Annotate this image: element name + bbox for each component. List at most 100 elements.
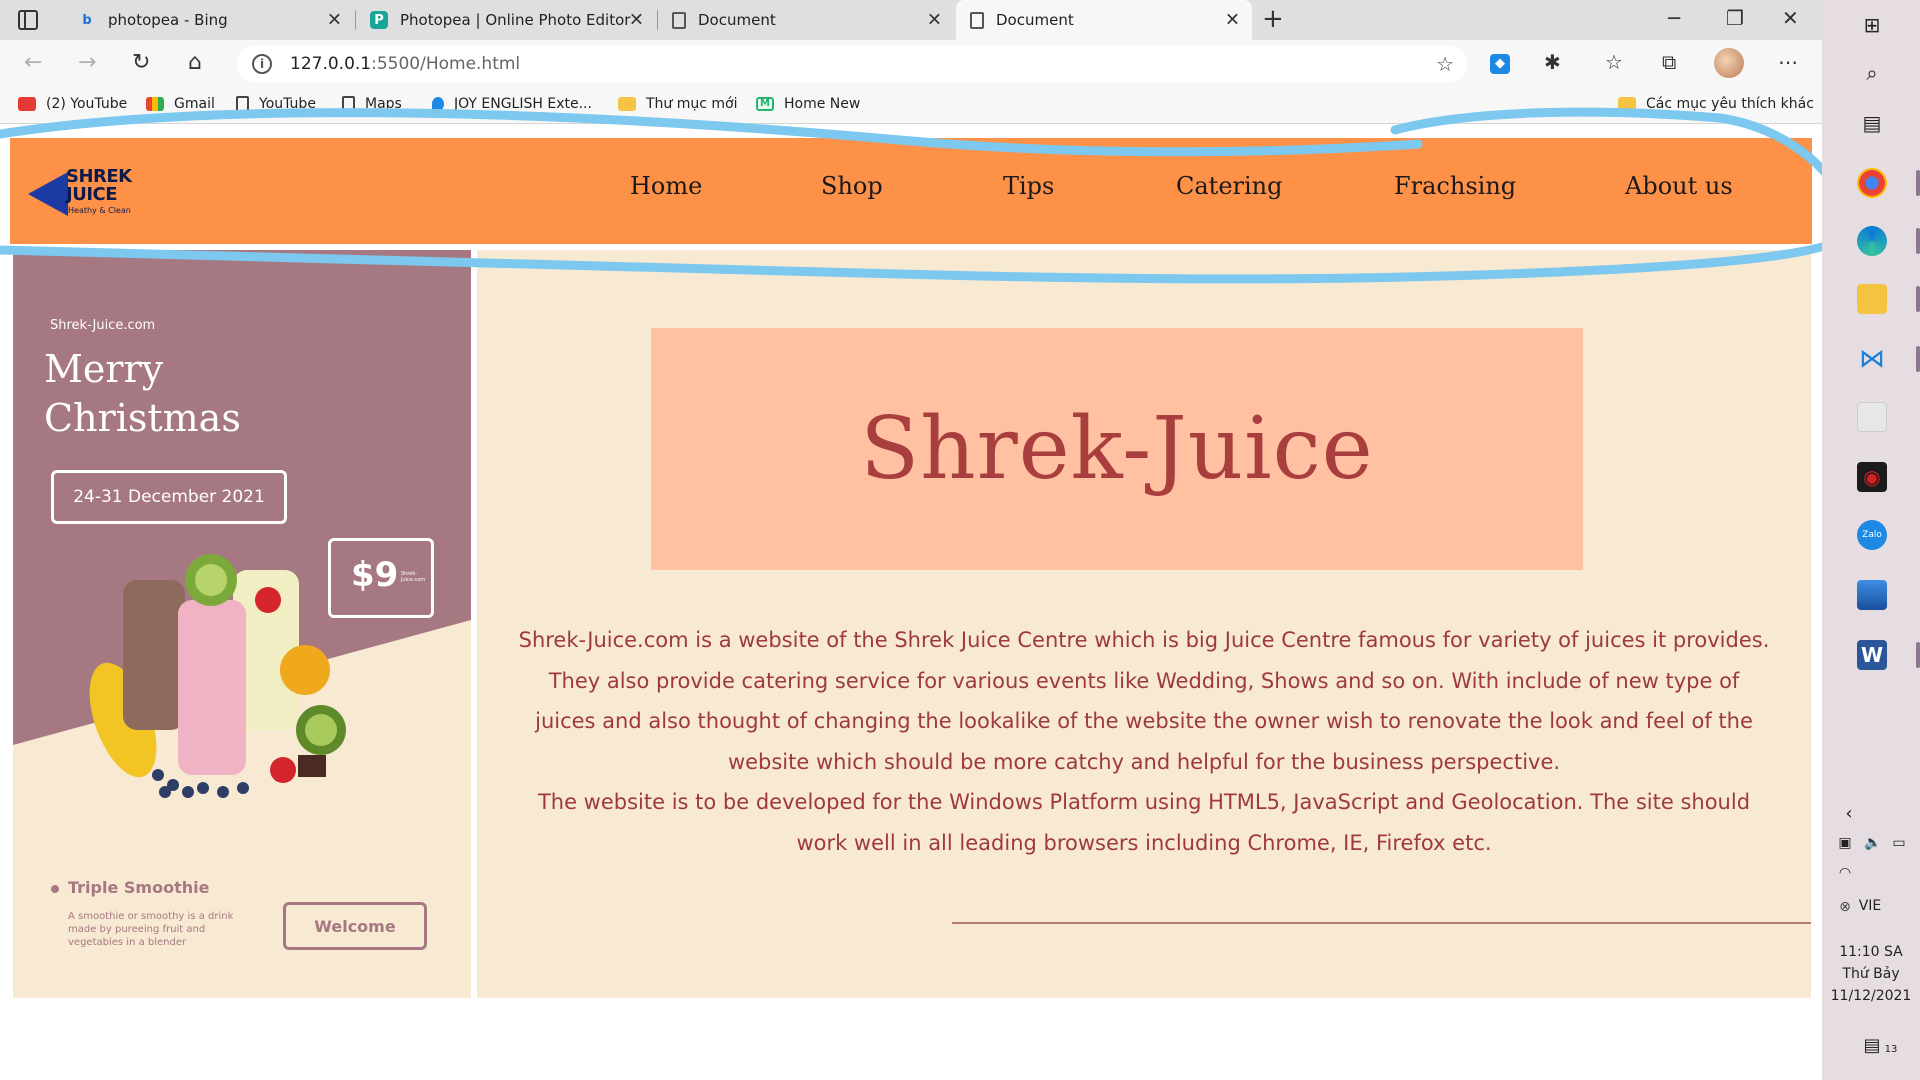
extensions-icon[interactable]: ✱ (1544, 50, 1561, 74)
back-icon[interactable]: ← (24, 50, 42, 75)
zalo-icon[interactable]: Zalo (1857, 520, 1887, 550)
bookmark-item[interactable]: YouTube (236, 96, 316, 112)
promo-date-badge: 24-31 December 2021 (51, 470, 287, 524)
tab-photopea[interactable]: P Photopea | Online Photo Editor ✕ (356, 4, 658, 36)
tab-document-active[interactable]: Document ✕ (956, 0, 1252, 40)
clock-day: Thứ Bảy (1842, 966, 1900, 982)
bookmark-item[interactable]: Gmail (146, 96, 215, 112)
notification-count: 13 (1884, 1044, 1898, 1055)
add-favorite-icon[interactable]: ☆ (1436, 52, 1454, 76)
bookmark-item[interactable]: JOY ENGLISH Exte... (432, 96, 592, 112)
url-input[interactable]: i 127.0.0.1:5500/Home.html ☆ (236, 46, 1468, 82)
site-logo[interactable]: SHREK JUICE Heathy & Clean (28, 168, 138, 218)
tab-bar: b photopea - Bing ✕ P Photopea | Online … (0, 0, 1822, 40)
garena-icon[interactable]: ◉ (1857, 462, 1887, 492)
document-icon (672, 11, 686, 29)
promo-site-label: Shrek-Juice.com (50, 318, 156, 333)
tab-bing[interactable]: b photopea - Bing ✕ (64, 4, 356, 36)
nav-shop[interactable]: Shop (821, 172, 883, 200)
document-icon (970, 11, 984, 29)
product-title: Triple Smoothie (68, 878, 210, 897)
site-description: Shrek-Juice.com is a website of the Shre… (517, 620, 1771, 863)
folder-icon (618, 97, 636, 111)
forward-icon[interactable]: → (78, 50, 96, 75)
site-header: SHREK JUICE Heathy & Clean Home Shop Tips… (10, 138, 1812, 244)
vscode-icon[interactable]: ⋈ (1857, 344, 1887, 374)
close-icon[interactable]: ✕ (927, 10, 942, 31)
app-icon[interactable] (1857, 402, 1887, 432)
home-icon[interactable]: ⌂ (188, 50, 202, 75)
tab-title: Document (996, 11, 1074, 29)
drop-icon (432, 97, 444, 111)
main-content: Shrek-Juice Shrek-Juice.com is a website… (477, 250, 1811, 998)
other-favorites-folder[interactable]: Các mục yêu thích khác (1618, 96, 1814, 112)
battery-icon[interactable]: ▭ (1884, 828, 1914, 858)
bookmark-item[interactable]: Maps (342, 96, 402, 112)
tab-title: Photopea | Online Photo Editor (400, 11, 631, 29)
photopea-icon: P (370, 11, 388, 29)
screen: b photopea - Bing ✕ P Photopea | Online … (0, 0, 1920, 1080)
page-icon (342, 96, 355, 112)
brand-banner: Shrek-Juice (651, 328, 1583, 570)
welcome-button[interactable]: Welcome (283, 902, 427, 950)
bookmark-folder[interactable]: Thư mục mới (618, 96, 738, 112)
file-explorer-icon[interactable] (1857, 284, 1887, 314)
clock-time[interactable]: 11:10 SA (1822, 944, 1920, 960)
tab-title: photopea - Bing (108, 11, 228, 29)
product-description: A smoothie or smoothy is a drink made by… (68, 911, 234, 948)
bookmark-item[interactable]: M Home New (756, 96, 860, 112)
promo-banner: Shrek-Juice.com Merry Christmas 24-31 De… (13, 250, 471, 998)
nav-frachsing[interactable]: Frachsing (1394, 172, 1516, 200)
clock-date: 11/12/2021 (1830, 988, 1912, 1004)
minimize-icon[interactable]: ─ (1668, 6, 1680, 30)
address-bar: ← → ↻ ⌂ i 127.0.0.1:5500/Home.html ☆ ◆ ✱… (0, 40, 1822, 88)
bullet-icon (51, 885, 59, 893)
profile-avatar[interactable] (1714, 48, 1744, 78)
word-icon[interactable]: W (1857, 640, 1887, 670)
windows-start-icon[interactable]: ⊞ (1857, 10, 1887, 40)
nav-about-us[interactable]: About us (1625, 172, 1733, 200)
url-text: 127.0.0.1:5500/Home.html (290, 54, 521, 74)
favorites-icon[interactable]: ☆ (1605, 50, 1623, 74)
bookmark-item[interactable]: (2) YouTube (18, 96, 127, 112)
nav-tips[interactable]: Tips (1003, 172, 1054, 200)
photos-icon[interactable] (1857, 580, 1887, 610)
bookmarks-bar: (2) YouTube Gmail YouTube Maps JOY ENGLI… (0, 88, 1822, 124)
close-icon[interactable]: ✕ (629, 10, 644, 31)
gmail-icon (146, 97, 164, 111)
divider (952, 922, 1811, 924)
nav-home[interactable]: Home (630, 172, 702, 200)
m-icon: M (756, 97, 774, 111)
window-close-icon[interactable]: ✕ (1782, 6, 1799, 30)
brand-title: Shrek-Juice (860, 399, 1374, 499)
wifi-icon[interactable]: ◠ (1830, 858, 1860, 888)
nav-catering[interactable]: Catering (1176, 172, 1283, 200)
close-icon[interactable]: ✕ (327, 10, 342, 31)
chrome-icon[interactable] (1857, 168, 1887, 198)
more-icon[interactable]: ⋯ (1778, 50, 1798, 74)
folder-icon (1618, 97, 1636, 111)
smoothie-image (89, 554, 346, 798)
chevron-left-icon[interactable]: ‹ (1834, 798, 1864, 828)
collections-icon[interactable]: ⧉ (1662, 50, 1676, 74)
price-badge: $9 Shrek-Juice.com (328, 538, 434, 618)
network-icon[interactable]: ▣ (1830, 828, 1860, 858)
youtube-icon (18, 97, 36, 111)
info-icon[interactable]: i (252, 54, 272, 74)
description-paragraph: The website is to be developed for the W… (537, 790, 1751, 855)
extension-drop-icon[interactable]: ◆ (1490, 54, 1510, 74)
restore-icon[interactable]: ❐ (1726, 6, 1744, 30)
close-icon[interactable]: ✕ (1225, 10, 1240, 31)
tab-actions-icon[interactable] (18, 10, 38, 30)
task-view-icon[interactable]: ▤ (1857, 108, 1887, 138)
tab-document[interactable]: Document ✕ (658, 4, 954, 36)
refresh-icon[interactable]: ↻ (132, 50, 150, 75)
tab-title: Document (698, 11, 776, 29)
search-icon[interactable]: ⌕ (1857, 58, 1887, 88)
new-tab-icon[interactable]: + (1262, 4, 1284, 34)
bing-icon: b (82, 12, 92, 28)
edge-icon[interactable] (1857, 226, 1887, 256)
logo-triangle-icon (28, 172, 68, 216)
language-indicator[interactable]: VIE (1840, 898, 1900, 914)
page-icon (236, 96, 249, 112)
